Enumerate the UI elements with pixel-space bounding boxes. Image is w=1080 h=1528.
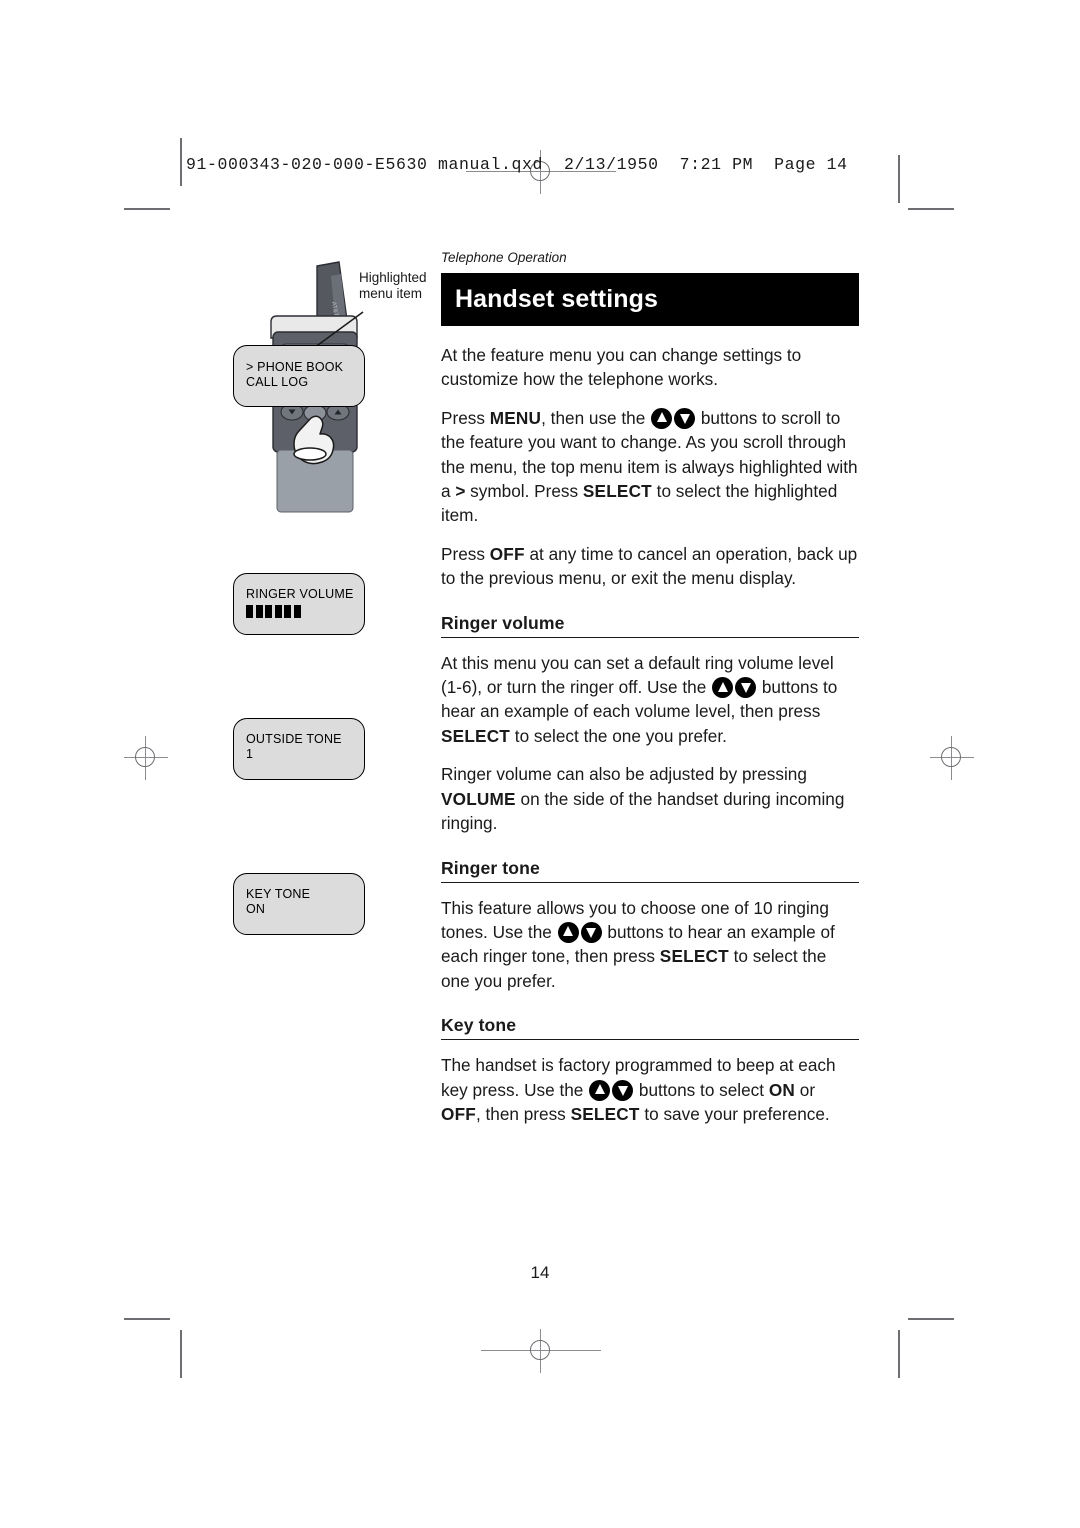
- section-heading-ringer-volume: Ringer volume: [441, 613, 859, 638]
- page-title-bar: Handset settings: [441, 273, 859, 326]
- section-heading-ringer-tone: Ringer tone: [441, 858, 859, 883]
- nav-buttons-glyph: [588, 1079, 634, 1101]
- kt-p1-or: or: [795, 1079, 816, 1100]
- intro-paragraph-1: At the feature menu you can change setti…: [441, 343, 859, 392]
- arrow-down-icon: [612, 1079, 634, 1101]
- ringer-volume-screen: RINGER VOLUME: [233, 573, 365, 635]
- page-number: 14: [530, 1263, 550, 1282]
- crop-mark-bottom-right-h: [908, 1318, 954, 1320]
- ringer-tone-paragraph-1: This feature allows you to choose one of…: [441, 896, 859, 994]
- intro-p2-text-d: symbol. Press: [465, 481, 583, 502]
- bubble-line-2: CALL LOG: [246, 375, 309, 389]
- nav-buttons-glyph: [650, 407, 696, 429]
- key-off: OFF: [489, 543, 525, 564]
- key-select: SELECT: [441, 725, 511, 746]
- intro-p2-text-b: , then use the: [541, 407, 651, 428]
- intro-paragraph-2: Press MENU, then use the buttons to scro…: [441, 406, 859, 528]
- key-volume: VOLUME: [441, 788, 516, 809]
- rv-p2-text-a: Ringer volume can also be adjusted by pr…: [441, 764, 807, 785]
- registration-mark-bottom: [481, 1329, 601, 1373]
- key-menu: MENU: [489, 407, 542, 428]
- intro-p2-text-a: Press: [441, 407, 490, 428]
- key-off: OFF: [441, 1103, 476, 1124]
- arrow-up-icon: [651, 407, 673, 429]
- printer-slug: 91-000343-020-000-E5630 manual.qxd 2/13/…: [186, 155, 848, 174]
- outside-tone-screen-value: 1: [246, 747, 254, 761]
- kt-p1-text-d: to save your preference.: [639, 1103, 830, 1124]
- bubble-line-1: > PHONE BOOK: [246, 360, 344, 374]
- kt-p1-text-c: , then press: [475, 1103, 571, 1124]
- key-tone-screen-value: ON: [246, 902, 266, 916]
- key-select: SELECT: [582, 481, 652, 502]
- key-on: ON: [768, 1079, 796, 1100]
- crop-mark-top-right-v: [898, 155, 900, 203]
- crop-mark-top-left-h: [124, 208, 170, 210]
- crop-mark-bottom-left-v: [180, 1330, 182, 1378]
- registration-mark-right: [930, 736, 974, 780]
- kt-p1-text-b: buttons to select: [634, 1079, 769, 1100]
- registration-mark-left: [124, 736, 168, 780]
- key-tone-screen: KEY TONE ON: [233, 873, 365, 935]
- ringer-volume-paragraph-2: Ringer volume can also be adjusted by pr…: [441, 762, 859, 835]
- ringer-volume-paragraph-1: At this menu you can set a default ring …: [441, 651, 859, 749]
- outside-tone-screen-label: OUTSIDE TONE: [246, 732, 342, 746]
- ringer-volume-screen-label: RINGER VOLUME: [246, 587, 354, 601]
- arrow-up-icon: [589, 1079, 611, 1101]
- crop-mark-bottom-left-h: [124, 1318, 170, 1320]
- arrow-down-icon: [580, 921, 602, 943]
- arrow-up-icon: [557, 921, 579, 943]
- key-select: SELECT: [570, 1103, 640, 1124]
- arrow-up-icon: [712, 677, 734, 699]
- content-column: Telephone Operation Handset settings At …: [441, 250, 859, 1140]
- manual-page: 91-000343-020-000-E5630 manual.qxd 2/13/…: [0, 0, 1080, 1528]
- handset-menu-bubble: > PHONE BOOK CALL LOG: [233, 345, 365, 407]
- crop-mark-bottom-right-v: [898, 1330, 900, 1378]
- rv-p1-text-c: to select the one you prefer.: [510, 725, 727, 746]
- outside-tone-screen: OUTSIDE TONE 1: [233, 718, 365, 780]
- page-title: Handset settings: [455, 285, 659, 313]
- crop-mark-top-right-h: [908, 208, 954, 210]
- intro-p3-text-a: Press: [441, 543, 490, 564]
- section-heading-key-tone: Key tone: [441, 1015, 859, 1041]
- key-tone-paragraph-1: The handset is factory programmed to bee…: [441, 1053, 859, 1126]
- key-tone-screen-label: KEY TONE: [246, 887, 311, 901]
- intro-p1-text: At the feature menu you can change setti…: [441, 345, 802, 390]
- ringer-volume-bars: [246, 605, 364, 618]
- nav-buttons-glyph: [711, 677, 757, 699]
- arrow-down-icon: [735, 677, 757, 699]
- key-select: SELECT: [659, 946, 729, 967]
- nav-buttons-glyph: [557, 921, 603, 943]
- crop-mark-top-left-v: [180, 138, 182, 186]
- running-head: Telephone Operation: [441, 250, 567, 265]
- greater-than-symbol: >: [455, 481, 466, 502]
- arrow-down-icon: [674, 407, 696, 429]
- intro-paragraph-3: Press OFF at any time to cancel an opera…: [441, 542, 859, 591]
